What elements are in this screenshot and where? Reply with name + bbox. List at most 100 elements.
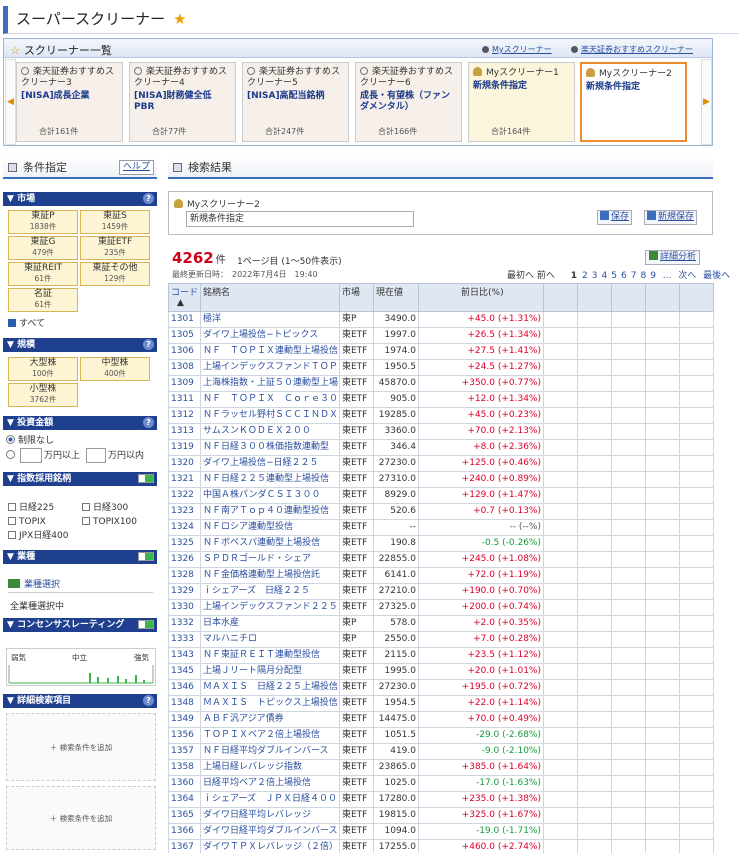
code-link[interactable]: 1326	[171, 554, 194, 564]
cell-name[interactable]: ダイワ日経平均ダブルインバース	[200, 823, 340, 840]
scale-option[interactable]: 小型株 3762件	[8, 383, 78, 407]
recommended-screener-link[interactable]: 楽天証券おすすめスクリーナー	[571, 44, 693, 55]
name-link[interactable]: ｉシェアーズ ＪＰＸ日経４００	[203, 794, 337, 804]
consensus-slider[interactable]: 弱気 中立 強気	[6, 648, 156, 686]
table-row[interactable]: 1356 ＴＯＰＩＸベア２倍上場投信 東ETF 1051.5 -29.0 (-2.68%…	[168, 727, 714, 744]
cell-code[interactable]: 1349	[168, 711, 201, 728]
name-link[interactable]: ＮＦ南アＴｏｐ４０連動型投信	[203, 506, 329, 516]
screener-card[interactable]: Myスクリーナー1 新規条件指定 合計164件	[468, 62, 575, 142]
help-icon[interactable]: ?	[143, 339, 154, 350]
checkbox-nikkei225[interactable]: 日経225	[8, 502, 54, 514]
name-link[interactable]: ＮＦボベスパ連動型上場投信	[203, 538, 320, 548]
market-option[interactable]: 東証ETF 235件	[80, 236, 150, 260]
code-link[interactable]: 1313	[171, 426, 194, 436]
cell-name[interactable]: ＴＯＰＩＸベア２倍上場投信	[200, 727, 340, 744]
table-row[interactable]: 1313 サムスンＫＯＤＥＸ２００ 東ETF 3360.0 +70.0 (+2.13%)	[168, 423, 714, 440]
cell-code[interactable]: 1332	[168, 615, 201, 632]
code-link[interactable]: 1301	[171, 314, 194, 324]
name-link[interactable]: ＮＦ日経２２５連動型上場投信	[203, 474, 329, 484]
code-link[interactable]: 1306	[171, 346, 194, 356]
table-row[interactable]: 1309 上海株指数・上証５０連動型上場 東ETF 45870.0 +350.0 (+0…	[168, 375, 714, 392]
checkbox-jpx400[interactable]: JPX日経400	[8, 530, 68, 542]
name-link[interactable]: 上場インデックスファンド２２５	[203, 602, 338, 612]
cell-name[interactable]: 日経平均ベア２倍上場投信	[200, 775, 340, 792]
toggle-switch[interactable]	[138, 620, 154, 629]
cell-name[interactable]: ＳＰＤＲゴールド・シェア	[200, 551, 340, 568]
cell-code[interactable]: 1366	[168, 823, 201, 840]
pager-page[interactable]: 5	[611, 271, 617, 281]
cell-code[interactable]: 1357	[168, 743, 201, 760]
cell-code[interactable]: 1312	[168, 407, 201, 424]
cell-code[interactable]: 1309	[168, 375, 201, 392]
checkbox-topix[interactable]: TOPIX	[8, 516, 46, 528]
market-option[interactable]: 東証G 479件	[8, 236, 78, 260]
cell-code[interactable]: 1328	[168, 567, 201, 584]
pager-page[interactable]: 8	[640, 271, 646, 281]
cell-name[interactable]: ＮＦラッセル野村ＳＣＣＩＮＤＸ	[200, 407, 340, 424]
name-link[interactable]: ＮＦ東証ＲＥＩＴ連動型投信	[203, 650, 320, 660]
screener-card[interactable]: 楽天証券おすすめスクリーナー4 [NISA]財務健全低PBR 合計77件	[129, 62, 236, 142]
table-row[interactable]: 1364 ｉシェアーズ ＪＰＸ日経４００ 東ETF 17280.0 +235.0 (+1…	[168, 791, 714, 808]
code-link[interactable]: 1329	[171, 586, 194, 596]
table-row[interactable]: 1365 ダイワ日経平均レバレッジ 東ETF 19815.0 +325.0 (+1.67…	[168, 807, 714, 824]
scroll-left-button[interactable]: ◀	[5, 59, 16, 145]
cell-name[interactable]: 上場Ｊリート隔月分配型	[200, 663, 340, 680]
name-link[interactable]: ダイワ上場投信−日経２２５	[203, 458, 319, 468]
screener-card[interactable]: 楽天証券おすすめスクリーナー6 成長・有望株（ファンダメンタル） 合計166件	[355, 62, 462, 142]
help-icon[interactable]: ?	[143, 193, 154, 204]
cell-name[interactable]: ＮＦ東証ＲＥＩＴ連動型投信	[200, 647, 340, 664]
cell-code[interactable]: 1329	[168, 583, 201, 600]
cell-code[interactable]: 1308	[168, 359, 201, 376]
scale-option[interactable]: 大型株 100件	[8, 357, 78, 381]
table-row[interactable]: 1323 ＮＦ南アＴｏｐ４０連動型投信 東ETF 520.6 +0.7 (+0.13%)	[168, 503, 714, 520]
cell-code[interactable]: 1346	[168, 679, 201, 696]
cell-code[interactable]: 1325	[168, 535, 201, 552]
name-link[interactable]: ＮＦ ＴＯＰＩＸ Ｃｏｒｅ３０	[203, 394, 338, 404]
pager-page[interactable]: 9	[650, 271, 656, 281]
code-link[interactable]: 1312	[171, 410, 194, 420]
cell-name[interactable]: 中国Ａ株パンダＣＳＩ３００	[200, 487, 340, 504]
cell-code[interactable]: 1358	[168, 759, 201, 776]
column-change[interactable]: 前日比(%)	[418, 283, 544, 312]
name-link[interactable]: 上場Ｊリート隔月分配型	[203, 666, 302, 676]
name-link[interactable]: 日経平均ベア２倍上場投信	[203, 778, 311, 788]
cell-name[interactable]: ダイワ日経平均レバレッジ	[200, 807, 340, 824]
table-row[interactable]: 1306 ＮＦ ＴＯＰＩＸ連動型上場投信 東ETF 1974.0 +27.5 (+1.4…	[168, 343, 714, 360]
code-link[interactable]: 1367	[171, 842, 194, 852]
market-option[interactable]: 東証REIT 61件	[8, 262, 78, 286]
column-price[interactable]: 現在値	[373, 283, 419, 312]
name-link[interactable]: ｉシェアーズ 日経２２５	[203, 586, 310, 596]
code-link[interactable]: 1311	[171, 394, 194, 404]
cell-code[interactable]: 1301	[168, 311, 201, 328]
save-new-button[interactable]: 新規保存	[644, 210, 698, 225]
code-link[interactable]: 1332	[171, 618, 194, 628]
cell-name[interactable]: 上場インデックスファンドＴＯＰＩＸ	[200, 359, 340, 376]
cell-name[interactable]: ＮＦ金価格連動型上場投信託	[200, 567, 340, 584]
table-row[interactable]: 1360 日経平均ベア２倍上場投信 東ETF 1025.0 -17.0 (-1.63%)	[168, 775, 714, 792]
cell-code[interactable]: 1321	[168, 471, 201, 488]
cell-name[interactable]: 上海株指数・上証５０連動型上場	[200, 375, 340, 392]
industry-select-button[interactable]: 業種選択	[8, 577, 153, 593]
name-link[interactable]: ＴＯＰＩＸベア２倍上場投信	[203, 730, 320, 740]
code-link[interactable]: 1349	[171, 714, 194, 724]
cell-name[interactable]: 上場日経レバレッジ指数	[200, 759, 340, 776]
pager-last[interactable]: 最後へ	[703, 271, 730, 281]
radio-range[interactable]	[6, 450, 18, 462]
code-link[interactable]: 1345	[171, 666, 194, 676]
name-link[interactable]: 中国Ａ株パンダＣＳＩ３００	[203, 490, 320, 500]
table-row[interactable]: 1321 ＮＦ日経２２５連動型上場投信 東ETF 27310.0 +240.0 (+0.…	[168, 471, 714, 488]
code-link[interactable]: 1319	[171, 442, 194, 452]
market-option[interactable]: 東証S 1459件	[80, 210, 150, 234]
code-link[interactable]: 1357	[171, 746, 194, 756]
min-amount-input[interactable]	[20, 448, 42, 463]
market-option[interactable]: 東証その他 129件	[80, 262, 150, 286]
name-link[interactable]: ＮＦロシア連動型投信	[203, 522, 293, 532]
help-button[interactable]: ヘルプ	[118, 160, 154, 175]
cell-name[interactable]: ＮＦロシア連動型投信	[200, 519, 340, 536]
market-option[interactable]: 名証 61件	[8, 288, 78, 312]
name-link[interactable]: ＳＰＤＲゴールド・シェア	[203, 554, 311, 564]
screener-card[interactable]: 楽天証券おすすめスクリーナー5 [NISA]高配当銘柄 合計247件	[242, 62, 349, 142]
name-link[interactable]: 上場日経レバレッジ指数	[203, 762, 302, 772]
pager-page[interactable]: 3	[592, 271, 598, 281]
code-link[interactable]: 1366	[171, 826, 194, 836]
